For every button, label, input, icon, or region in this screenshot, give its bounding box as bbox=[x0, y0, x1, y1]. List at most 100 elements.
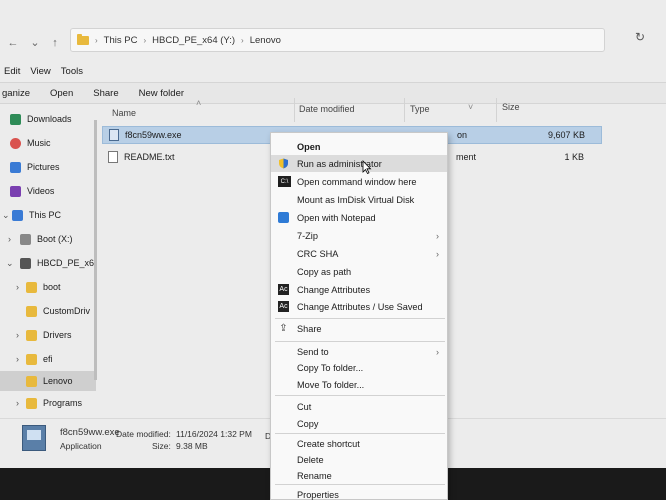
share-icon: ⇪ bbox=[279, 323, 288, 334]
column-header-size[interactable]: Size bbox=[502, 102, 520, 118]
menu-item-crc-sha[interactable]: CRC SHA › bbox=[271, 245, 447, 262]
chevron-right-icon[interactable]: › bbox=[16, 398, 19, 408]
details-kind: Application bbox=[60, 441, 102, 451]
menu-item-7zip[interactable]: 7-Zip › bbox=[271, 227, 447, 244]
navigation-pane: Downloads Music Pictures Videos ⌄ This P… bbox=[0, 105, 96, 425]
menu-item-share[interactable]: ⇪ Share bbox=[271, 320, 447, 337]
chevron-right-icon[interactable]: › bbox=[8, 234, 11, 244]
menu-item-move-to-folder[interactable]: Move To folder... bbox=[271, 376, 447, 393]
menu-item-run-as-admin[interactable]: Run as administrator bbox=[271, 155, 447, 172]
nav-item-efi[interactable]: › efi bbox=[0, 349, 96, 369]
menu-item-send-to[interactable]: Send to › bbox=[271, 343, 447, 360]
menu-item-label: Mount as ImDisk Virtual Disk bbox=[297, 194, 415, 205]
notepad-icon bbox=[278, 212, 289, 223]
command-prompt-icon: C:\ bbox=[278, 176, 291, 187]
menu-edit[interactable]: Edit bbox=[4, 66, 20, 82]
chevron-down-icon[interactable]: ⌄ bbox=[28, 36, 42, 50]
details-size-label: Size: bbox=[152, 441, 171, 451]
folder-icon bbox=[26, 329, 37, 341]
share-button[interactable]: Share bbox=[83, 88, 128, 99]
menu-item-label: Properties bbox=[297, 489, 339, 500]
new-folder-button[interactable]: New folder bbox=[129, 88, 194, 99]
up-arrow-icon[interactable]: ↑ bbox=[48, 36, 62, 50]
menu-item-cut[interactable]: Cut bbox=[271, 398, 447, 415]
menu-tools[interactable]: Tools bbox=[61, 66, 83, 82]
chevron-down-icon[interactable]: ⌄ bbox=[2, 210, 10, 221]
menu-item-properties[interactable]: Properties bbox=[271, 486, 447, 500]
nav-item-boot[interactable]: › boot bbox=[0, 277, 96, 297]
chevron-right-icon: › bbox=[436, 248, 439, 259]
attributes-icon: Ac bbox=[278, 301, 289, 312]
open-button[interactable]: Open bbox=[40, 88, 83, 99]
chevron-right-icon: › bbox=[143, 35, 147, 45]
nav-item-boot-drive[interactable]: › Boot (X:) bbox=[0, 229, 96, 249]
folder-icon bbox=[26, 305, 37, 317]
column-header-type[interactable]: Type bbox=[410, 104, 430, 120]
menu-item-change-attributes[interactable]: Ac Change Attributes bbox=[271, 281, 447, 298]
chevron-right-icon[interactable]: › bbox=[16, 354, 19, 364]
menu-item-rename[interactable]: Rename bbox=[271, 467, 447, 484]
menu-item-mount-imdisk[interactable]: Mount as ImDisk Virtual Disk bbox=[271, 191, 447, 208]
nav-item-label: Videos bbox=[27, 186, 55, 196]
menu-item-create-shortcut[interactable]: Create shortcut bbox=[271, 435, 447, 452]
nav-item-lenovo[interactable]: Lenovo bbox=[0, 371, 96, 391]
menu-item-open-command-window[interactable]: C:\ Open command window here bbox=[271, 173, 447, 190]
application-thumbnail-icon bbox=[22, 425, 46, 451]
refresh-icon[interactable]: ↻ bbox=[632, 30, 648, 46]
breadcrumb-lenovo[interactable]: Lenovo bbox=[250, 35, 281, 46]
exe-file-icon bbox=[109, 129, 119, 141]
nav-item-label: Drivers bbox=[43, 330, 72, 340]
menu-separator bbox=[275, 395, 445, 396]
nav-item-hbcd-drive[interactable]: ⌄ HBCD_PE_x6 bbox=[0, 253, 96, 273]
nav-item-downloads[interactable]: Downloads bbox=[0, 109, 96, 129]
nav-item-customdrivers[interactable]: CustomDriv bbox=[0, 301, 96, 321]
chevron-right-icon: › bbox=[436, 346, 439, 357]
column-header-date[interactable]: Date modified bbox=[299, 104, 355, 120]
breadcrumb-this-pc[interactable]: This PC bbox=[104, 35, 138, 46]
chevron-down-icon[interactable]: ⌄ bbox=[6, 258, 14, 269]
column-divider[interactable] bbox=[404, 98, 405, 122]
menu-item-label: Share bbox=[297, 323, 322, 334]
nav-item-music[interactable]: Music bbox=[0, 133, 96, 153]
computer-icon bbox=[12, 209, 23, 221]
nav-item-label: Downloads bbox=[27, 114, 72, 124]
menu-item-label: Copy To folder... bbox=[297, 362, 364, 373]
chevron-right-icon: › bbox=[241, 35, 244, 45]
column-divider[interactable] bbox=[496, 98, 497, 122]
nav-item-programs[interactable]: › Programs bbox=[0, 393, 96, 413]
nav-item-this-pc[interactable]: ⌄ This PC bbox=[0, 205, 96, 225]
nav-item-label: Lenovo bbox=[43, 376, 73, 386]
chevron-down-icon[interactable]: ˅ bbox=[468, 102, 473, 118]
context-menu: Open Run as administrator C:\ Open comma… bbox=[270, 132, 448, 500]
menu-item-copy-as-path[interactable]: Copy as path bbox=[271, 263, 447, 280]
music-icon bbox=[10, 137, 21, 149]
menu-item-change-attributes-saved[interactable]: Ac Change Attributes / Use Saved bbox=[271, 298, 447, 315]
videos-icon bbox=[10, 185, 21, 197]
column-divider[interactable] bbox=[294, 98, 295, 122]
menu-view[interactable]: View bbox=[30, 66, 50, 82]
nav-item-drivers[interactable]: › Drivers bbox=[0, 325, 96, 345]
breadcrumb-drive[interactable]: HBCD_PE_x64 (Y:) bbox=[152, 35, 235, 46]
menu-separator bbox=[275, 318, 445, 319]
back-arrow-icon[interactable]: ← bbox=[6, 36, 20, 50]
nav-item-videos[interactable]: Videos bbox=[0, 181, 96, 201]
menu-item-delete[interactable]: Delete bbox=[271, 451, 447, 468]
folder-icon bbox=[26, 397, 37, 409]
folder-icon bbox=[26, 281, 37, 293]
nav-item-pictures[interactable]: Pictures bbox=[0, 157, 96, 177]
menu-item-label: Copy bbox=[297, 418, 319, 429]
organize-button[interactable]: ganize bbox=[0, 88, 40, 99]
address-bar[interactable]: › This PC › HBCD_PE_x64 (Y:) › Lenovo bbox=[70, 28, 605, 52]
menu-item-open-with-notepad[interactable]: Open with Notepad bbox=[271, 209, 447, 226]
chevron-right-icon[interactable]: › bbox=[16, 282, 19, 292]
menu-item-label: Change Attributes bbox=[297, 284, 371, 295]
menu-item-copy-to-folder[interactable]: Copy To folder... bbox=[271, 359, 447, 376]
menu-item-label: Copy as path bbox=[297, 266, 352, 277]
menu-item-copy[interactable]: Copy bbox=[271, 415, 447, 432]
menu-separator bbox=[275, 484, 445, 485]
menu-item-open[interactable]: Open bbox=[271, 138, 447, 155]
chevron-right-icon[interactable]: › bbox=[16, 330, 19, 340]
file-size: 9,607 KB bbox=[547, 130, 585, 140]
column-header-name[interactable]: Name bbox=[112, 108, 136, 124]
sort-up-icon: ˄ bbox=[196, 98, 202, 108]
